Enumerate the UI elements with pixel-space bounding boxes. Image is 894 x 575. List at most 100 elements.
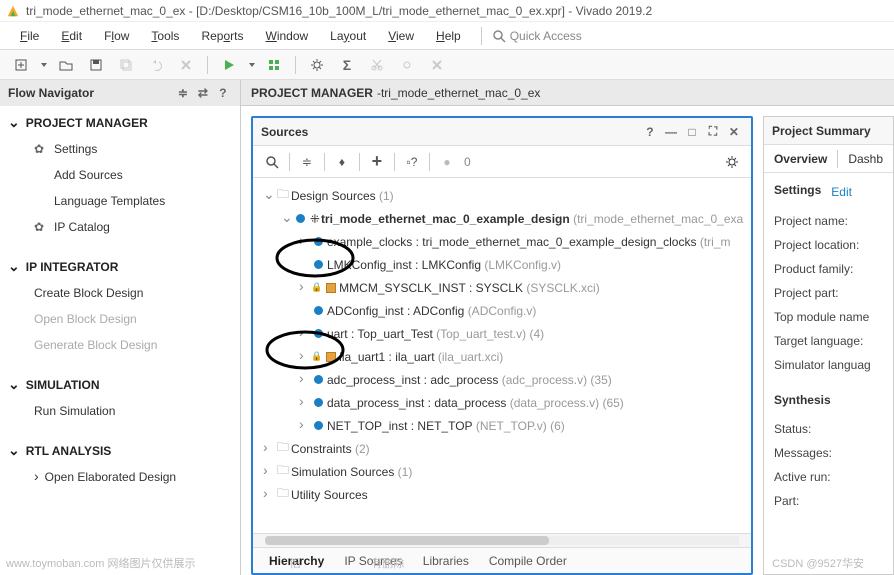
nav-section-project-manager[interactable]: PROJECT MANAGER <box>8 116 232 130</box>
synth-button[interactable] <box>263 54 285 76</box>
lock-icon: 🔒 <box>311 282 322 293</box>
chevron-down-icon[interactable] <box>263 189 275 202</box>
close-icon[interactable]: ✕ <box>725 123 743 141</box>
add-button[interactable]: + <box>366 151 388 173</box>
sources-tree[interactable]: 🗀Design Sources (1) ⁜tri_mode_ethernet_m… <box>253 178 751 533</box>
chevron-right-icon[interactable] <box>299 327 311 340</box>
nav-open-elaborated-design[interactable]: Open Elaborated Design <box>30 464 232 490</box>
chevron-right-icon[interactable] <box>299 350 311 363</box>
menu-window[interactable]: Window <box>255 26 318 46</box>
help-icon[interactable]: ? <box>641 123 659 141</box>
expand-button[interactable]: ♦ <box>331 151 353 173</box>
chevron-right-icon[interactable] <box>263 442 275 455</box>
restore-icon[interactable]: □ <box>683 123 701 141</box>
tree-simulation-sources[interactable]: 🗀Simulation Sources (1) <box>257 460 747 483</box>
nav-create-block-design[interactable]: Create Block Design <box>30 280 232 306</box>
tree-adconfig[interactable]: ADConfig_inst : ADConfig (ADConfig.v) <box>257 299 747 322</box>
horizontal-scrollbar[interactable] <box>253 533 751 547</box>
quick-access[interactable]: Quick Access <box>492 29 582 43</box>
nav-section-ip-integrator[interactable]: IP INTEGRATOR <box>8 260 232 274</box>
row-messages: Messages: <box>774 441 883 465</box>
tree-data-process[interactable]: data_process_inst : data_process (data_p… <box>257 391 747 414</box>
help-icon[interactable]: ? <box>214 84 232 102</box>
tree-utility-sources[interactable]: 🗀Utility Sources <box>257 483 747 506</box>
collapse-all-button[interactable]: ≑ <box>296 151 318 173</box>
maximize-icon[interactable]: ⛶ <box>704 123 722 141</box>
menu-view[interactable]: View <box>378 26 424 46</box>
menu-file[interactable]: File <box>10 26 49 46</box>
dot-icon <box>311 375 327 384</box>
collapse-icon[interactable]: ≑ <box>174 84 192 102</box>
dot-icon <box>311 329 327 338</box>
menu-reports[interactable]: Reports <box>191 26 253 46</box>
project-summary-panel: Project Summary Overview Dashb Settings … <box>763 116 894 575</box>
tab-dashboard[interactable]: Dashb <box>838 147 893 171</box>
row-project-part: Project part: <box>774 281 883 305</box>
nav-run-simulation[interactable]: Run Simulation <box>30 398 232 424</box>
dropdown-icon[interactable] <box>249 63 255 67</box>
menu-layout[interactable]: Layout <box>320 26 376 46</box>
info-button[interactable]: ▫? <box>401 151 423 173</box>
menu-edit[interactable]: Edit <box>51 26 92 46</box>
sigma-button[interactable]: Σ <box>336 54 358 76</box>
settings-button[interactable] <box>306 54 328 76</box>
tree-uart[interactable]: uart : Top_uart_Test (Top_uart_test.v) (… <box>257 322 747 345</box>
nav-language-templates[interactable]: Language Templates <box>30 188 232 214</box>
chevron-right-icon[interactable] <box>299 396 311 409</box>
folder-icon: 🗀 <box>275 461 291 482</box>
edit-link[interactable]: Edit <box>831 185 852 199</box>
pm-title: PROJECT MANAGER <box>251 86 373 100</box>
cut-button[interactable] <box>366 54 388 76</box>
tab-libraries[interactable]: Libraries <box>413 550 479 572</box>
filter-button[interactable]: ● <box>436 151 458 173</box>
folder-icon: 🗀 <box>275 185 291 206</box>
tree-mmcm-sysclk[interactable]: 🔒MMCM_SYSCLK_INST : SYSCLK (SYSCLK.xci) <box>257 276 747 299</box>
chevron-right-icon[interactable] <box>299 373 311 386</box>
chevron-down-icon[interactable] <box>281 212 293 225</box>
tree-adc-process[interactable]: adc_process_inst : adc_process (adc_proc… <box>257 368 747 391</box>
undo-button[interactable] <box>145 54 167 76</box>
tree-constraints[interactable]: 🗀Constraints (2) <box>257 437 747 460</box>
tree-ila-uart[interactable]: 🔒ila_uart1 : ila_uart (ila_uart.xci) <box>257 345 747 368</box>
open-button[interactable] <box>55 54 77 76</box>
dot-icon <box>311 237 327 246</box>
chevron-right-icon[interactable] <box>299 235 311 248</box>
tree-top-module[interactable]: ⁜tri_mode_ethernet_mac_0_example_design … <box>257 207 747 230</box>
gear-icon: ✿ <box>34 142 48 156</box>
menu-help[interactable]: Help <box>426 26 471 46</box>
cancel-button[interactable] <box>175 54 197 76</box>
chevron-right-icon[interactable] <box>263 488 275 501</box>
nav-section-simulation[interactable]: SIMULATION <box>8 378 232 392</box>
tab-compile-order[interactable]: Compile Order <box>479 550 577 572</box>
link-button[interactable] <box>396 54 418 76</box>
settings-button[interactable] <box>721 151 743 173</box>
chevron-right-icon[interactable] <box>263 465 275 478</box>
menu-bar: File Edit Flow Tools Reports Window Layo… <box>0 22 894 50</box>
gear-icon <box>310 58 324 72</box>
menu-flow[interactable]: Flow <box>94 26 139 46</box>
search-button[interactable] <box>261 151 283 173</box>
copy-button[interactable] <box>115 54 137 76</box>
chevron-down-icon <box>8 116 20 130</box>
tree-net-top[interactable]: NET_TOP_inst : NET_TOP (NET_TOP.v) (6) <box>257 414 747 437</box>
nav-settings[interactable]: ✿Settings <box>30 136 232 162</box>
quick-access-label: Quick Access <box>510 29 582 43</box>
ip-icon <box>323 352 339 362</box>
dropdown-icon[interactable] <box>41 63 47 67</box>
expand-icon[interactable]: ⇄ <box>194 84 212 102</box>
run-button[interactable] <box>218 54 240 76</box>
new-button[interactable] <box>10 54 32 76</box>
nav-section-rtl-analysis[interactable]: RTL ANALYSIS <box>8 444 232 458</box>
minimize-icon[interactable]: — <box>662 123 680 141</box>
tree-design-sources[interactable]: 🗀Design Sources (1) <box>257 184 747 207</box>
tree-example-clocks[interactable]: example_clocks : tri_mode_ethernet_mac_0… <box>257 230 747 253</box>
tree-lmkconfig[interactable]: LMKConfig_inst : LMKConfig (LMKConfig.v) <box>257 253 747 276</box>
save-button[interactable] <box>85 54 107 76</box>
chevron-right-icon[interactable] <box>299 281 311 294</box>
nav-add-sources[interactable]: Add Sources <box>30 162 232 188</box>
nav-ip-catalog[interactable]: ✿IP Catalog <box>30 214 232 240</box>
close2-button[interactable] <box>426 54 448 76</box>
chevron-right-icon[interactable] <box>299 419 311 432</box>
tab-overview[interactable]: Overview <box>764 147 837 171</box>
menu-tools[interactable]: Tools <box>141 26 189 46</box>
